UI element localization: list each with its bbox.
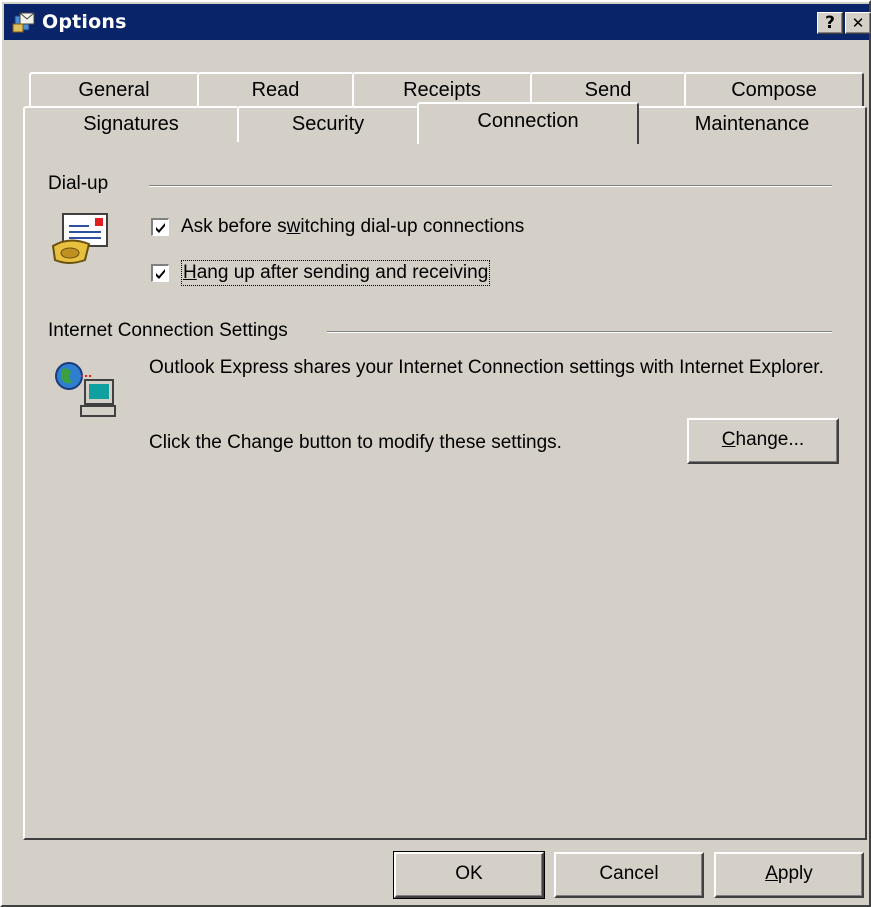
- ok-button[interactable]: OK: [393, 851, 545, 899]
- tab-signatures[interactable]: Signatures: [23, 106, 239, 142]
- tab-connection[interactable]: Connection: [417, 102, 639, 144]
- tab-label: Signatures: [83, 113, 179, 135]
- hang-up-checkbox[interactable]: [151, 264, 169, 282]
- tab-general[interactable]: General: [29, 72, 199, 108]
- change-button[interactable]: Change...: [687, 418, 839, 464]
- internet-connection-icon: [53, 360, 117, 418]
- title-bar[interactable]: Options ? ✕: [4, 4, 871, 40]
- help-button[interactable]: ?: [817, 12, 843, 34]
- options-dialog: Options ? ✕ General Read Receipts Send C…: [0, 0, 871, 907]
- tab-label: Maintenance: [694, 113, 810, 135]
- internet-group-label: Internet Connection Settings: [48, 320, 296, 342]
- connection-tab-panel: Dial-up Ask before switching dial-up con…: [23, 140, 867, 840]
- apply-button[interactable]: Apply: [714, 852, 864, 898]
- dialup-group-divider: [149, 185, 832, 187]
- tab-label: Connection: [477, 110, 579, 132]
- tab-read[interactable]: Read: [197, 72, 354, 108]
- window-title: Options: [42, 11, 127, 33]
- tab-label: Read: [251, 79, 300, 101]
- tab-label: Security: [291, 113, 365, 135]
- tab-security[interactable]: Security: [237, 106, 419, 142]
- dialup-group-label: Dial-up: [48, 173, 117, 195]
- tab-label: Compose: [731, 79, 817, 101]
- internet-description: Outlook Express shares your Internet Con…: [149, 357, 824, 378]
- dialup-phone-icon: [49, 212, 121, 268]
- close-button[interactable]: ✕: [845, 12, 871, 34]
- tab-label: General: [78, 79, 150, 101]
- cancel-button[interactable]: Cancel: [554, 852, 704, 898]
- tab-label: Send: [584, 79, 632, 101]
- options-app-icon: [12, 10, 38, 34]
- ask-before-switching-checkbox[interactable]: [151, 218, 169, 236]
- tab-compose[interactable]: Compose: [684, 72, 864, 108]
- ask-before-switching-label[interactable]: Ask before switching dial-up connections: [181, 216, 524, 238]
- tab-row-front: Signatures Security Connection Maintenan…: [2, 102, 871, 144]
- internet-group-divider: [327, 331, 832, 333]
- change-hint: Click the Change button to modify these …: [149, 432, 562, 453]
- hang-up-label[interactable]: Hang up after sending and receiving: [180, 260, 491, 286]
- tab-label: Receipts: [403, 79, 481, 101]
- tab-maintenance[interactable]: Maintenance: [637, 106, 867, 142]
